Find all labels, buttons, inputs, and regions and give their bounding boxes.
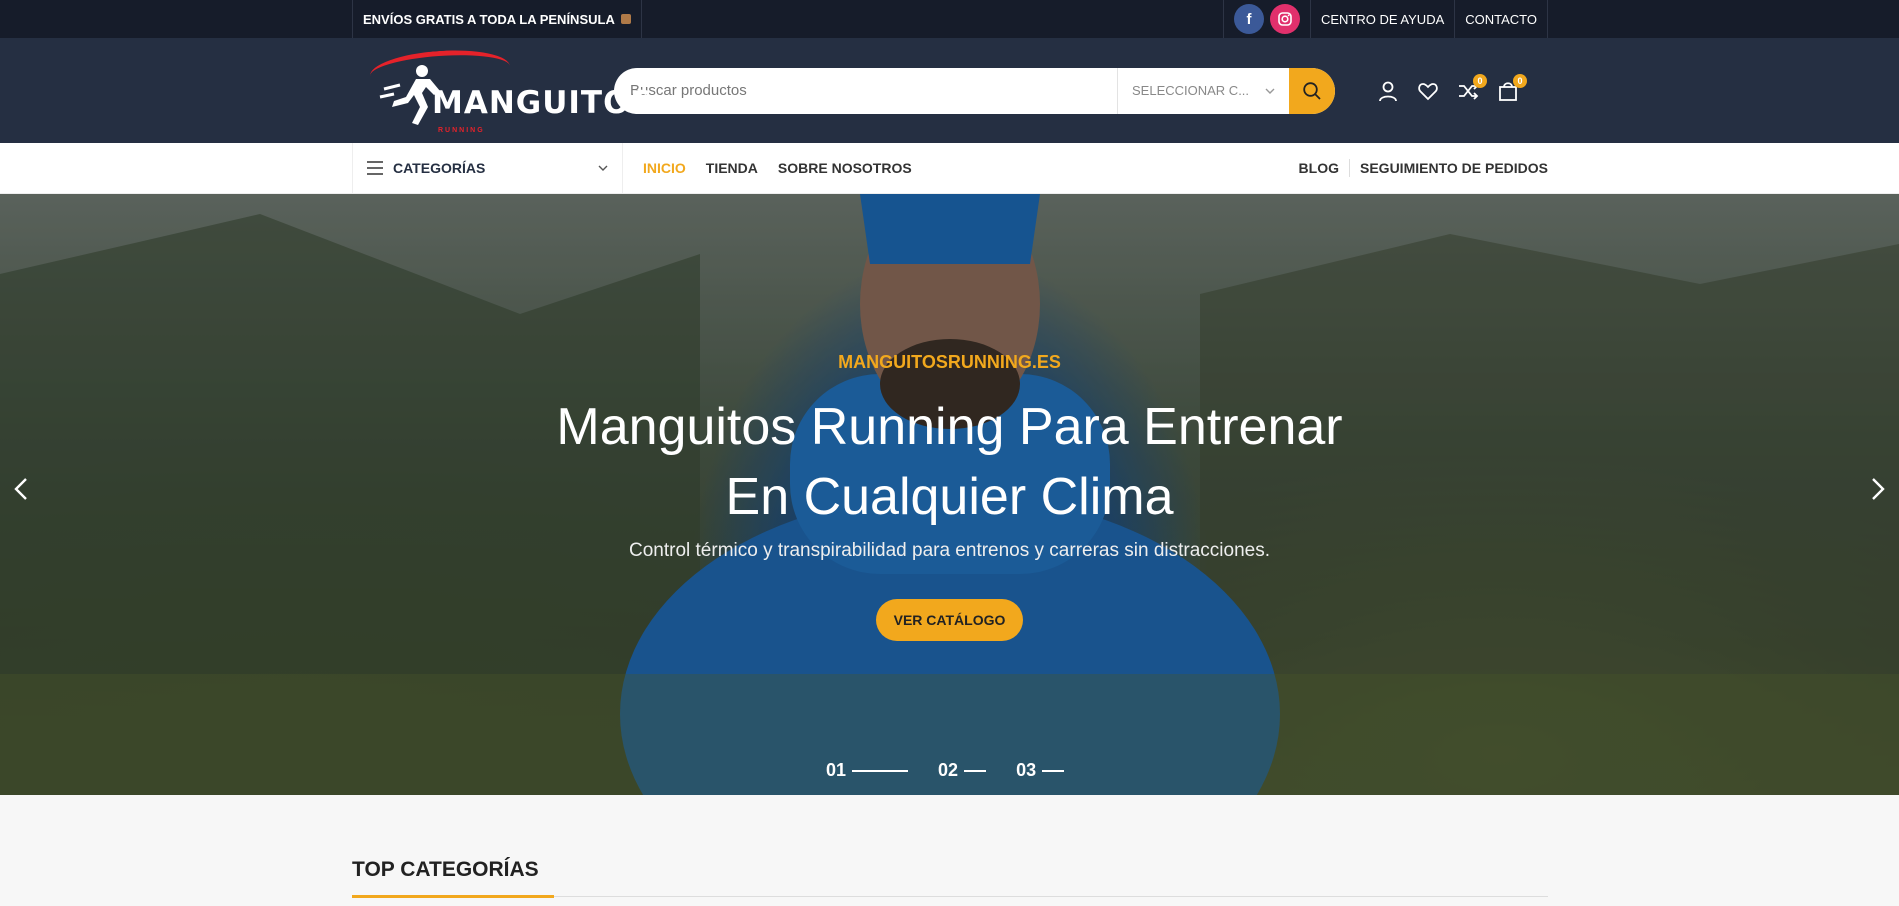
compare-count-badge: 0 <box>1473 73 1487 88</box>
menu-icon <box>367 161 383 175</box>
slide-number: 01 <box>826 760 847 780</box>
package-icon <box>620 14 631 24</box>
categories-label: CATEGORÍAS <box>393 160 486 176</box>
top-bar: ENVÍOS GRATIS A TODA LA PENÍNSULA f CENT… <box>0 0 1899 38</box>
cart-count-badge: 0 <box>1513 73 1527 88</box>
view-catalog-button[interactable]: VER CATÁLOGO <box>876 599 1023 641</box>
categories-dropdown[interactable]: CATEGORÍAS <box>352 142 623 194</box>
section-title: TOP CATEGORÍAS <box>352 858 539 881</box>
section-accent-line <box>352 895 554 898</box>
contact-link[interactable]: CONTACTO <box>1455 0 1548 38</box>
slide-dot-2[interactable]: 02 <box>938 760 987 781</box>
header: MANGUITOS RUNNING SELECCIONAR C... 0 <box>0 38 1899 143</box>
account-button[interactable] <box>1377 80 1399 102</box>
hero-title-line-2: En Cualquier Clima <box>725 468 1174 526</box>
slider-pagination: 01 02 03 <box>826 760 1065 781</box>
chevron-down-icon <box>1265 88 1275 94</box>
compare-button[interactable]: 0 <box>1457 73 1487 102</box>
search-bar: SELECCIONAR C... <box>614 67 1335 114</box>
wishlist-button[interactable] <box>1417 80 1439 102</box>
chevron-left-icon <box>14 478 27 500</box>
help-center-link[interactable]: CENTRO DE AYUDA <box>1311 0 1456 38</box>
heart-icon <box>1418 82 1438 100</box>
hero-title: Manguitos Running Para Entrenar En Cualq… <box>0 392 1899 532</box>
category-select-label: SELECCIONAR C... <box>1132 83 1250 98</box>
hero-title-line-1: Manguitos Running Para Entrenar <box>556 398 1343 456</box>
nav-item-order-tracking[interactable]: SEGUIMIENTO DE PEDIDOS <box>1350 160 1548 176</box>
search-icon <box>1303 81 1321 100</box>
category-select[interactable]: SELECCIONAR C... <box>1117 67 1289 114</box>
nav-item-inicio[interactable]: INICIO <box>643 160 686 176</box>
hero-kicker: MANGUITOSRUNNING.ES <box>838 352 1061 372</box>
promo-text: ENVÍOS GRATIS A TODA LA PENÍNSULA <box>363 11 615 27</box>
logo-subtext: RUNNING <box>438 126 485 134</box>
chevron-down-icon <box>598 165 608 171</box>
cart-button[interactable]: 0 <box>1497 73 1527 102</box>
hero-subtitle: Control térmico y transpirabilidad para … <box>629 540 1270 561</box>
user-icon <box>1379 81 1397 101</box>
top-categories-section: TOP CATEGORÍAS <box>0 795 1899 906</box>
search-button[interactable] <box>1289 67 1335 114</box>
main-navigation: CATEGORÍAS INICIO TIENDA SOBRE NOSOTROS … <box>0 142 1899 194</box>
slider-next-button[interactable] <box>1863 474 1893 504</box>
search-input[interactable] <box>614 67 1117 114</box>
social-links: f <box>1222 0 1311 38</box>
slide-number: 03 <box>1016 760 1037 780</box>
slide-dot-1[interactable]: 01 <box>826 760 909 781</box>
nav-item-tienda[interactable]: TIENDA <box>706 160 758 176</box>
slide-dot-3[interactable]: 03 <box>1016 760 1065 781</box>
slide-number: 02 <box>938 760 959 780</box>
hero-slider: MANGUITOSRUNNING.ES Manguitos Running Pa… <box>0 194 1899 795</box>
chevron-right-icon <box>1872 478 1885 500</box>
instagram-icon[interactable] <box>1269 4 1300 34</box>
slider-prev-button[interactable] <box>6 474 36 504</box>
nav-item-blog[interactable]: BLOG <box>1289 160 1349 176</box>
section-divider <box>352 895 1548 898</box>
nav-item-sobre-nosotros[interactable]: SOBRE NOSOTROS <box>778 160 912 176</box>
promo-banner: ENVÍOS GRATIS A TODA LA PENÍNSULA <box>352 0 642 38</box>
facebook-icon[interactable]: f <box>1233 4 1264 34</box>
logo-text: MANGUITOS <box>432 84 654 121</box>
logo[interactable]: MANGUITOS RUNNING <box>352 41 653 141</box>
